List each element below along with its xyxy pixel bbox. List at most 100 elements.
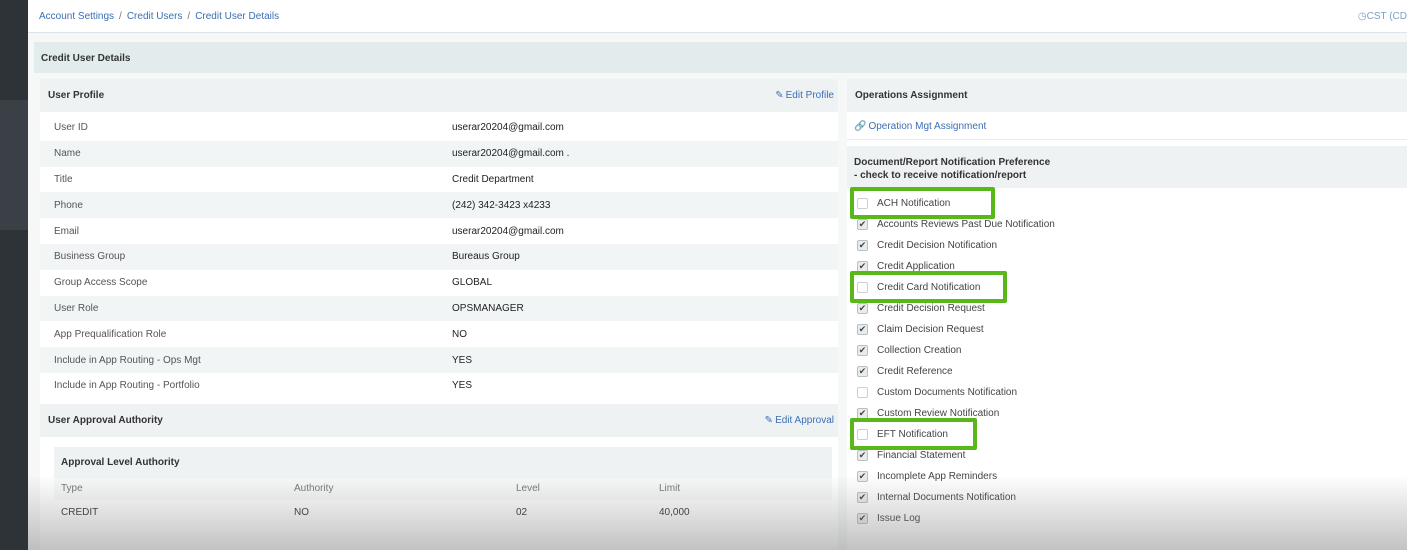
check-icon: ✔: [858, 450, 867, 460]
notification-item[interactable]: ✔ Credit Application: [847, 256, 1407, 277]
notification-checkbox[interactable]: ✔: [857, 408, 868, 419]
check-icon: ✔: [858, 303, 867, 313]
notification-label: Credit Application: [877, 261, 955, 272]
approval-table-cell: 40,000: [659, 506, 690, 518]
timezone-label: CST (CD: [1366, 11, 1407, 22]
check-icon: ✔: [858, 345, 867, 355]
notification-item[interactable]: ACH Notification: [847, 187, 1407, 219]
check-icon: ✔: [858, 471, 867, 481]
approval-table-cell: CREDIT: [61, 506, 99, 518]
user-profile-header: User Profile ✎ Edit Profile: [40, 79, 838, 112]
notification-checkbox[interactable]: [857, 282, 868, 293]
notification-label: EFT Notification: [877, 429, 948, 440]
notification-item[interactable]: ✔ Internal Documents Notification: [847, 487, 1407, 508]
check-icon: ✔: [858, 513, 867, 523]
user-profile-column: User Profile ✎ Edit Profile User ID userar…: [40, 79, 838, 550]
profile-row: App Prequalification Role NO: [40, 321, 838, 347]
profile-row: User Role OPSMANAGER: [40, 295, 838, 322]
profile-row-value: (242) 342-3423 x4233: [452, 199, 551, 211]
notification-checkbox[interactable]: ✔: [857, 492, 868, 503]
approval-level-box: Approval Level Authority Type Authority Le…: [54, 446, 832, 525]
notification-item[interactable]: ✔ Credit Decision Request: [847, 298, 1407, 319]
check-icon: ✔: [858, 240, 867, 250]
link-icon: 🔗: [854, 121, 867, 132]
approval-column-header: Level: [509, 477, 652, 500]
profile-row: Include in App Routing - Ops Mgt YES: [40, 347, 838, 373]
approval-column-header: Limit: [652, 477, 832, 500]
notification-item[interactable]: ✔ Financial Statement: [847, 445, 1407, 466]
breadcrumb-credit-users[interactable]: Credit Users: [127, 11, 183, 22]
notification-checkbox[interactable]: ✔: [857, 240, 868, 251]
notification-label: Credit Decision Notification: [877, 240, 998, 251]
edit-approval-label: Edit Approval: [775, 414, 834, 426]
notification-preference-title: Document/Report Notification Preference: [854, 157, 1051, 168]
user-approval-title: User Approval Authority: [48, 414, 163, 426]
breadcrumb: Account Settings / Credit Users / Credit Use…: [39, 11, 279, 22]
profile-row-label: Title: [54, 173, 73, 185]
approval-table-header: Type Authority Level Limit: [54, 477, 832, 500]
notification-checkbox[interactable]: [857, 387, 868, 398]
notification-label: Custom Review Notification: [877, 408, 1000, 419]
notification-checkbox[interactable]: [857, 429, 868, 440]
notification-item[interactable]: Credit Card Notification: [847, 271, 1407, 303]
notification-checkbox[interactable]: ✔: [857, 366, 868, 377]
user-profile-title: User Profile: [48, 90, 105, 101]
breadcrumb-separator: /: [187, 11, 191, 22]
notification-label: Credit Card Notification: [877, 282, 981, 293]
profile-row: Group Access Scope GLOBAL: [40, 270, 838, 296]
operations-title: Operations Assignment: [855, 90, 968, 101]
sidebar-active-area: [0, 100, 28, 230]
notification-item[interactable]: ✔ Collection Creation: [847, 340, 1407, 361]
notification-checkbox[interactable]: ✔: [857, 261, 868, 272]
notification-item[interactable]: ✔ Custom Review Notification: [847, 403, 1407, 424]
notification-label: Credit Decision Request: [877, 303, 985, 314]
profile-row-label: Email: [54, 225, 80, 237]
check-icon: ✔: [858, 261, 867, 271]
notification-checkbox[interactable]: ✔: [857, 219, 868, 230]
profile-row-label: Name: [54, 148, 81, 160]
notification-item[interactable]: Custom Documents Notification: [847, 382, 1407, 403]
approval-table: Type Authority Level Limit CREDIT NO 02 40,000: [54, 477, 832, 525]
check-icon: ✔: [858, 324, 867, 334]
operations-header: Operations Assignment: [847, 79, 1407, 112]
notification-label: Accounts Reviews Past Due Notification: [877, 219, 1055, 230]
edit-approval-link[interactable]: ✎ Edit Approval: [765, 415, 834, 426]
notification-checkbox[interactable]: ✔: [857, 471, 868, 482]
profile-row-value: userar20204@gmail.com: [452, 225, 564, 237]
profile-row-value: YES: [452, 380, 473, 392]
notification-label: Financial Statement: [877, 450, 966, 461]
notification-item[interactable]: ✔ Accounts Reviews Past Due Notification: [847, 214, 1407, 235]
profile-row: Title Credit Department: [40, 167, 838, 193]
profile-row-value: userar20204@gmail.com .: [452, 148, 570, 160]
notification-checkbox[interactable]: ✔: [857, 450, 868, 461]
notification-checkbox[interactable]: ✔: [857, 303, 868, 314]
notification-label: Internal Documents Notification: [877, 492, 1016, 503]
notification-item[interactable]: ✔ Claim Decision Request: [847, 319, 1407, 340]
operation-mgt-assignment-label: Operation Mgt Assignment: [868, 121, 987, 132]
profile-row-value: NO: [452, 328, 467, 340]
profile-row-label: User Role: [54, 302, 99, 314]
check-icon: ✔: [858, 492, 867, 502]
notification-item[interactable]: EFT Notification: [847, 418, 1407, 450]
notification-checkbox[interactable]: ✔: [857, 345, 868, 356]
breadcrumb-credit-user-details[interactable]: Credit User Details: [195, 11, 279, 22]
profile-row-label: Business Group: [54, 251, 126, 263]
profile-row: User ID userar20204@gmail.com: [40, 115, 838, 141]
profile-row-value: userar20204@gmail.com: [452, 122, 564, 134]
notification-label: Incomplete App Reminders: [877, 471, 998, 482]
notification-checkbox[interactable]: ✔: [857, 324, 868, 335]
approval-table-cell: 02: [516, 506, 528, 518]
edit-profile-link[interactable]: ✎ Edit Profile: [775, 90, 834, 101]
check-icon: ✔: [858, 219, 867, 229]
operations-column: Operations Assignment 🔗 Operation Mgt Ass…: [847, 79, 1407, 550]
breadcrumb-separator: /: [119, 11, 122, 22]
breadcrumb-account-settings[interactable]: Account Settings: [39, 11, 114, 22]
notification-item[interactable]: ✔ Issue Log: [847, 508, 1407, 529]
notification-checkbox[interactable]: [857, 198, 868, 209]
edit-icon: ✎: [775, 90, 784, 101]
notification-item[interactable]: ✔ Credit Reference: [847, 361, 1407, 382]
operation-mgt-assignment-link[interactable]: 🔗 Operation Mgt Assignment: [847, 112, 1407, 140]
notification-item[interactable]: ✔ Incomplete App Reminders: [847, 466, 1407, 487]
notification-item[interactable]: ✔ Credit Decision Notification: [847, 235, 1407, 256]
notification-checkbox[interactable]: ✔: [857, 513, 868, 524]
